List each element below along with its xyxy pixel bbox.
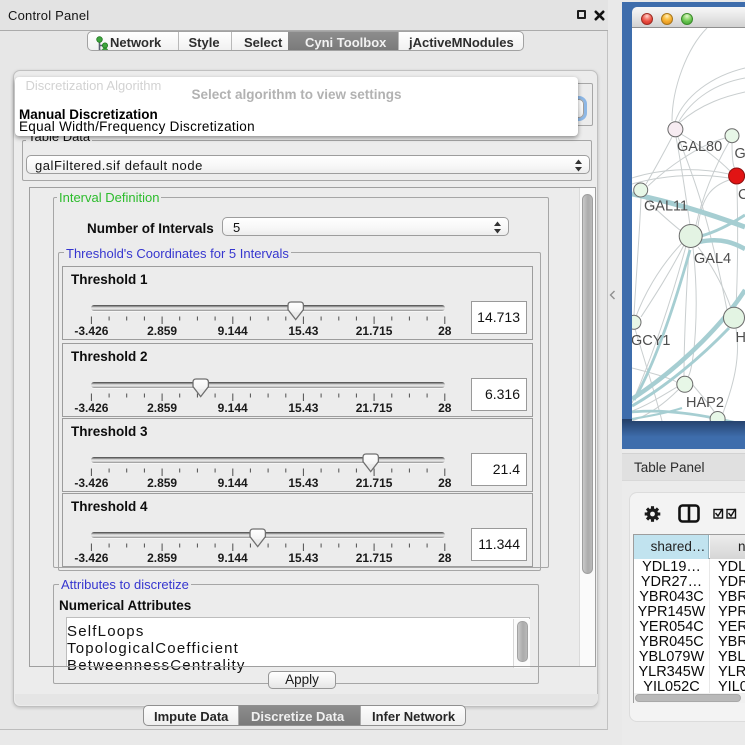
svg-text:GAL80: GAL80 (677, 139, 722, 155)
svg-text:C: C (738, 187, 745, 203)
svg-text:GCY1: GCY1 (632, 333, 671, 349)
svg-text:GA: GA (735, 146, 745, 162)
svg-text:H: H (736, 330, 745, 346)
svg-text:GAL4: GAL4 (694, 251, 731, 267)
svg-text:HAP2: HAP2 (686, 395, 724, 411)
svg-text:GAL11: GAL11 (644, 199, 688, 215)
